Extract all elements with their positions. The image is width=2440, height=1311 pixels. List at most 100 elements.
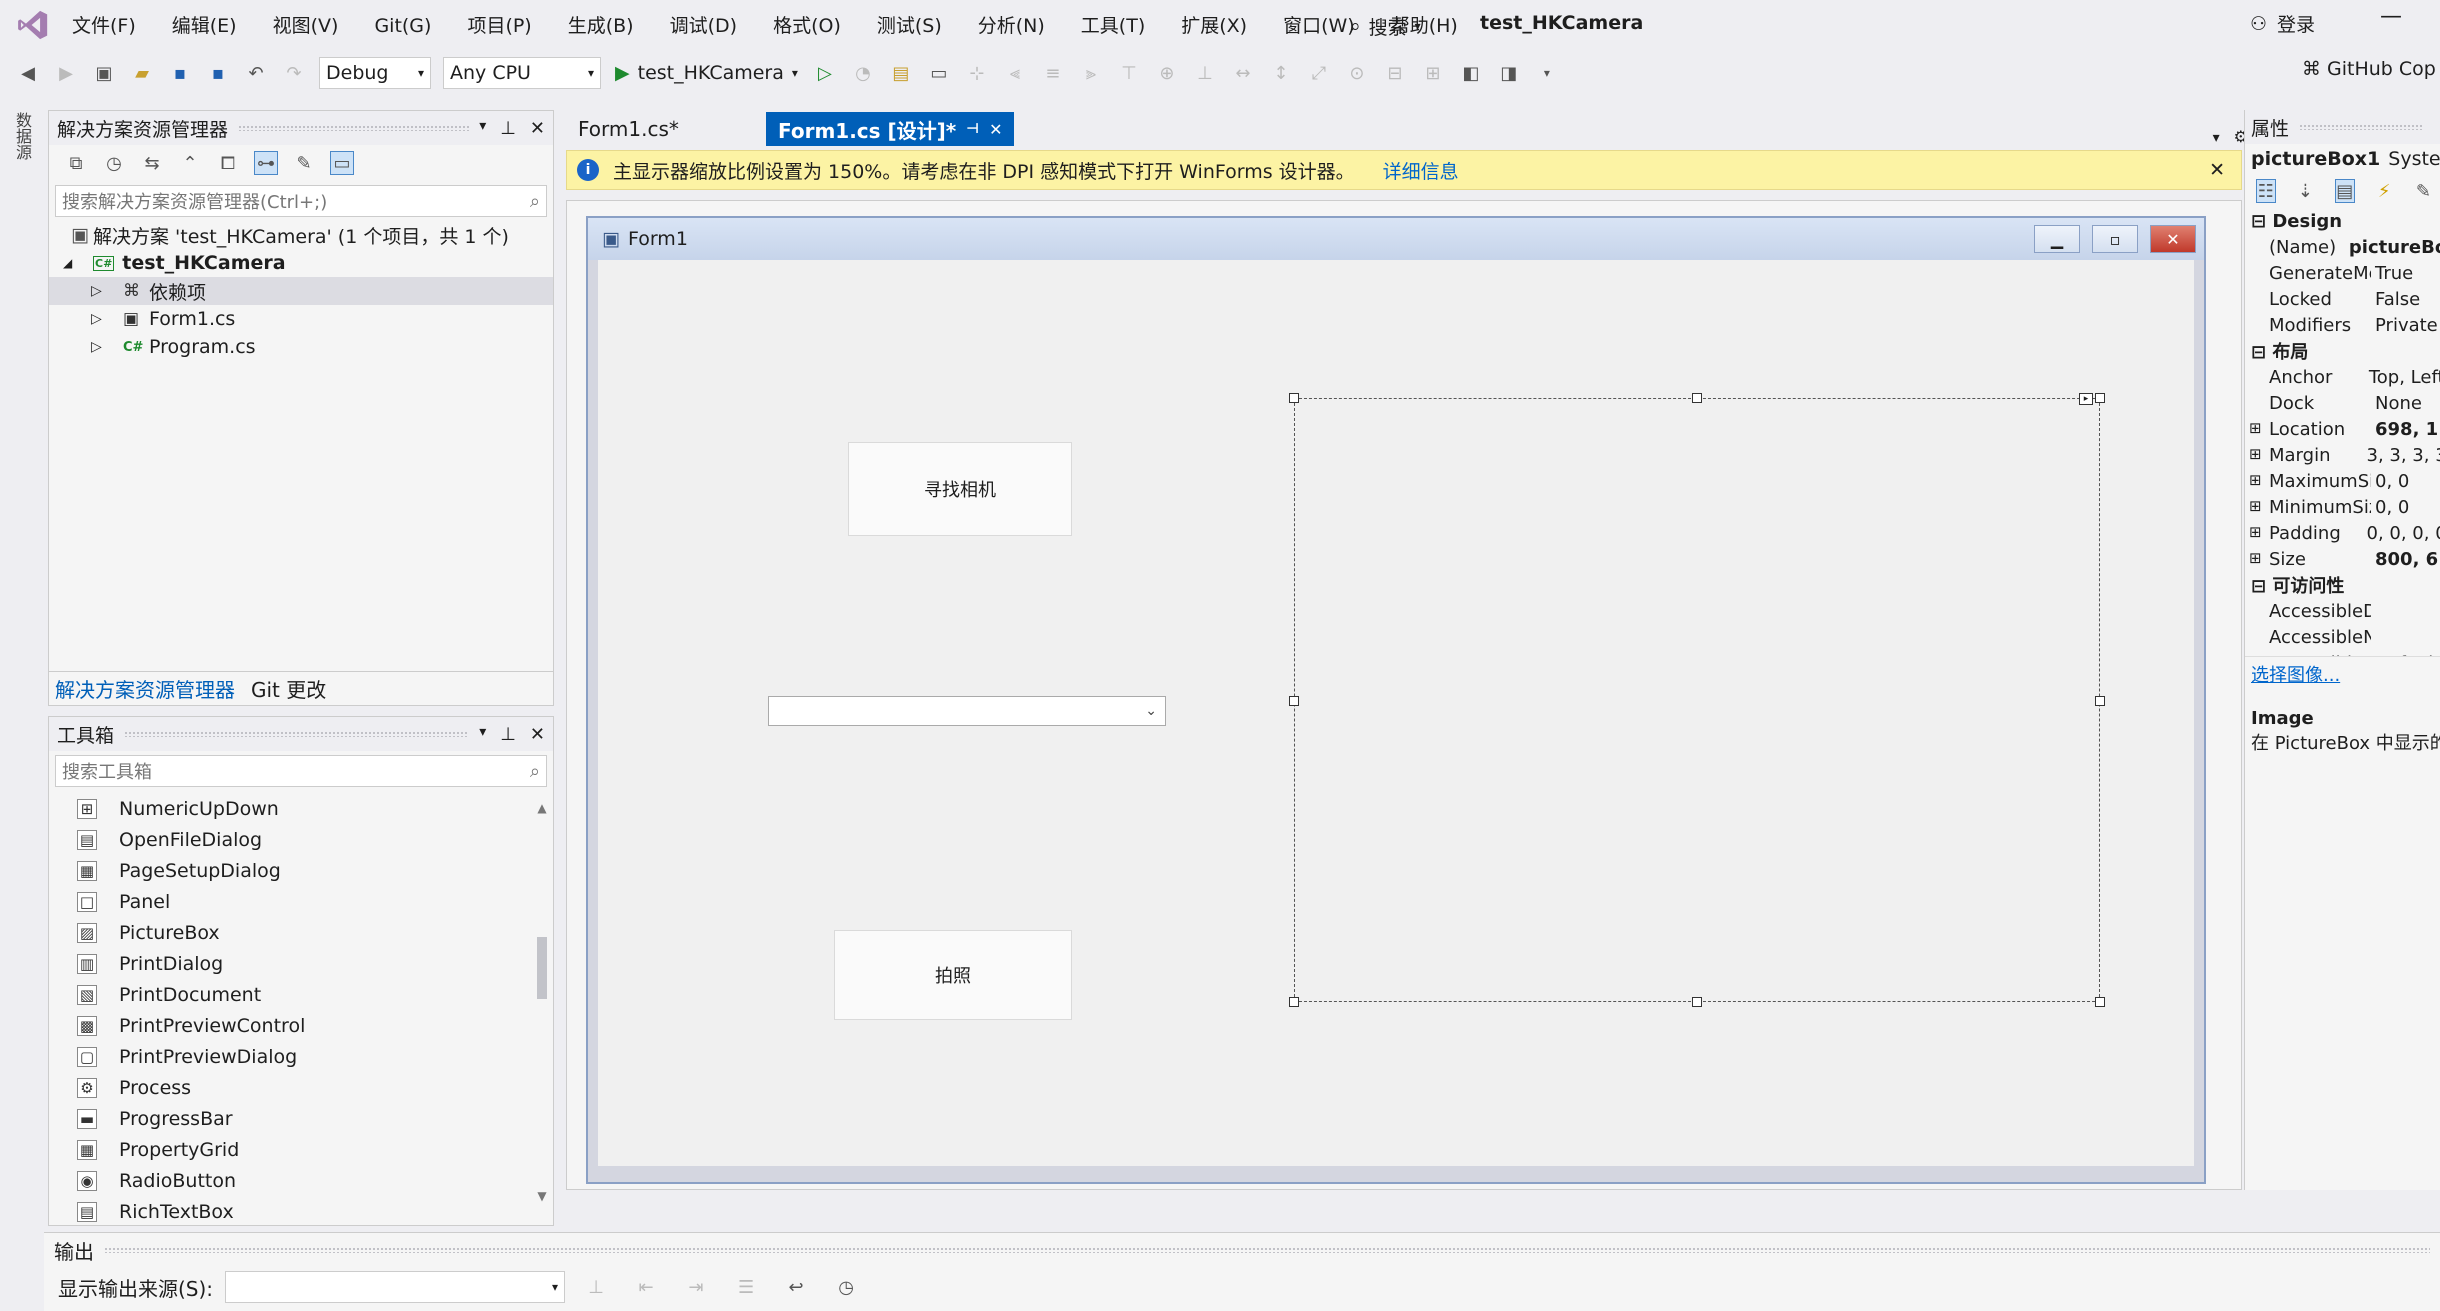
bring-to-front-icon[interactable]: ◧ [1459, 61, 1483, 85]
scroll-up-icon[interactable]: ▲ [535, 801, 549, 815]
toolbox-item[interactable]: ▥ PrintDialog [49, 948, 553, 979]
pin-icon[interactable]: ⊣ [966, 121, 979, 137]
collapse-all-icon[interactable]: ⌃ [178, 151, 202, 175]
resize-handle[interactable] [1289, 393, 1299, 403]
toolbox-item[interactable]: ▤ RichTextBox [49, 1196, 553, 1227]
find-message-icon[interactable]: ⊥ [584, 1275, 608, 1299]
new-project-icon[interactable]: ▣ [92, 61, 116, 85]
property-value[interactable]: Default [2375, 653, 2440, 657]
properties-icon[interactable]: ✎ [292, 151, 316, 175]
property-row[interactable]: Modifiers Private [2245, 312, 2440, 338]
property-category[interactable]: ⊟ 布局 [2245, 338, 2440, 364]
property-row[interactable]: Locked False [2245, 286, 2440, 312]
start-debugging-button[interactable]: ▶ test_HKCamera ▾ [615, 62, 798, 84]
property-row[interactable]: (Name) pictureBox1 [2245, 234, 2440, 260]
center-horizontally-icon[interactable]: ⊟ [1383, 61, 1407, 85]
toolbox-search-input[interactable]: 搜索工具箱 ⌕ [55, 755, 547, 787]
property-row[interactable]: ⊞ Location 698, 1 [2245, 416, 2440, 442]
menu-item[interactable]: 编辑(E) [154, 0, 255, 52]
menu-item[interactable]: 文件(F) [54, 0, 154, 52]
property-row[interactable]: Dock None [2245, 390, 2440, 416]
navigate-forward-icon[interactable]: ▶ [54, 61, 78, 85]
toolbox-scrollbar[interactable]: ▲ ▼ [535, 801, 549, 1221]
tree-item[interactable]: ▷ ▣ Form1.cs [49, 305, 553, 333]
toolbox-item[interactable]: ▤ OpenFileDialog [49, 824, 553, 855]
toolbox-item[interactable]: ▨ PictureBox [49, 917, 553, 948]
toolbox-item[interactable]: ▧ PrintDocument [49, 979, 553, 1010]
minimize-window-button[interactable]: — [2380, 4, 2402, 29]
property-row[interactable]: Anchor Top, Left [2245, 364, 2440, 390]
property-category[interactable]: ⊟ Design [2245, 208, 2440, 234]
toolbox-item[interactable]: ▦ PageSetupDialog [49, 855, 553, 886]
property-value[interactable]: 800, 6 [2375, 549, 2438, 570]
resize-handle[interactable] [1289, 997, 1299, 1007]
send-to-back-icon[interactable]: ◨ [1497, 61, 1521, 85]
scrollbar-thumb[interactable] [537, 937, 547, 999]
resize-handle[interactable] [1289, 696, 1299, 706]
tree-item[interactable]: ▷ C# Program.cs [49, 333, 553, 361]
toolbox-item[interactable]: ▢ PrintPreviewDialog [49, 1041, 553, 1072]
expand-icon[interactable]: ⊞ [2249, 549, 2262, 567]
navigate-back-icon[interactable]: ◀ [16, 61, 40, 85]
menu-item[interactable]: 视图(V) [255, 0, 357, 52]
hot-reload-icon[interactable]: ◔ [851, 61, 875, 85]
center-vertically-icon[interactable]: ⊞ [1421, 61, 1445, 85]
close-icon[interactable]: ✕ [530, 118, 545, 139]
property-row[interactable]: AccessibleName [2245, 624, 2440, 650]
expand-arrow-icon[interactable]: ▷ [91, 311, 123, 327]
expand-icon[interactable]: ⊞ [2249, 419, 2262, 437]
pin-icon[interactable]: ⊥ [500, 724, 516, 745]
expand-arrow-icon[interactable]: ▷ [91, 283, 123, 299]
resize-handle[interactable] [1692, 997, 1702, 1007]
menu-item[interactable]: 分析(N) [960, 0, 1063, 52]
tree-solution-node[interactable]: ▣ 解决方案 'test_HKCamera' (1 个项目，共 1 个) [49, 221, 553, 249]
collapse-icon[interactable]: ⊟ [2251, 342, 2272, 363]
events-lightning-icon[interactable]: ⚡ [2375, 179, 2394, 203]
menu-item[interactable]: 调试(D) [652, 0, 755, 52]
align-lefts-icon[interactable]: ⫷ [1003, 61, 1027, 85]
sync-icon[interactable]: ⇆ [140, 151, 164, 175]
smart-tag-icon[interactable]: ▸ [2079, 393, 2093, 405]
toolbar-overflow-icon[interactable]: ▾ [1535, 61, 1559, 85]
menu-item[interactable]: 生成(B) [550, 0, 652, 52]
tree-item[interactable]: ▷ ⌘ 依赖项 [49, 277, 553, 305]
switch-views-icon[interactable]: ⧉ [64, 151, 88, 175]
tab-git-changes[interactable]: Git 更改 [251, 674, 326, 703]
property-row[interactable]: AccessibleDescription [2245, 598, 2440, 624]
tab-overflow-icon[interactable]: ▾ [2213, 130, 2220, 146]
camera-combobox[interactable]: ⌄ [768, 696, 1166, 726]
menu-item[interactable]: 工具(T) [1063, 0, 1163, 52]
close-icon[interactable]: ✕ [989, 120, 1002, 139]
align-middles-icon[interactable]: ⊕ [1155, 61, 1179, 85]
property-row[interactable]: ⊞ Margin 3, 3, 3, 3 [2245, 442, 2440, 468]
toolbox-item[interactable]: ⊞ NumericUpDown [49, 793, 553, 824]
info-details-link[interactable]: 详细信息 [1383, 157, 1459, 184]
property-value[interactable]: None [2375, 393, 2422, 414]
chevron-down-icon[interactable]: ▾ [479, 724, 486, 745]
toolbox-item[interactable]: ▦ PropertyGrid [49, 1134, 553, 1165]
align-bottoms-icon[interactable]: ⊥ [1193, 61, 1217, 85]
resize-handle[interactable] [2095, 393, 2105, 403]
take-photo-button[interactable]: 拍照 [834, 930, 1072, 1020]
toolbox-item[interactable]: ▬ ProgressBar [49, 1103, 553, 1134]
choose-image-link[interactable]: 选择图像... [2251, 661, 2340, 687]
github-copilot-button[interactable]: ⌘ GitHub Cop [2302, 58, 2436, 80]
resize-handle[interactable] [2095, 696, 2105, 706]
zoom-icon[interactable]: ⊙ [1345, 61, 1369, 85]
collapse-icon[interactable]: ⊟ [2251, 576, 2272, 597]
property-object-selector[interactable]: pictureBox1 System.Windows.Forms.Picture… [2245, 144, 2440, 174]
redo-icon[interactable]: ↷ [282, 61, 306, 85]
property-value[interactable]: 0, 0 [2375, 471, 2409, 492]
open-folder-icon[interactable]: ▰ [130, 61, 154, 85]
undo-icon[interactable]: ↶ [244, 61, 268, 85]
tree-project-node[interactable]: ◢ C# test_HKCamera [49, 249, 553, 277]
pending-changes-icon[interactable]: ◷ [102, 151, 126, 175]
expand-icon[interactable]: ⊞ [2249, 471, 2262, 489]
property-value[interactable]: True [2375, 263, 2413, 284]
expand-icon[interactable]: ⊞ [2249, 523, 2262, 541]
alphabetical-icon[interactable]: ⇣ [2296, 179, 2315, 203]
properties-view-icon[interactable]: ▤ [2334, 179, 2355, 203]
preview-icon[interactable]: ▭ [330, 151, 354, 175]
find-camera-button[interactable]: 寻找相机 [848, 442, 1072, 536]
toolbox-item[interactable]: ▩ PrintPreviewControl [49, 1010, 553, 1041]
